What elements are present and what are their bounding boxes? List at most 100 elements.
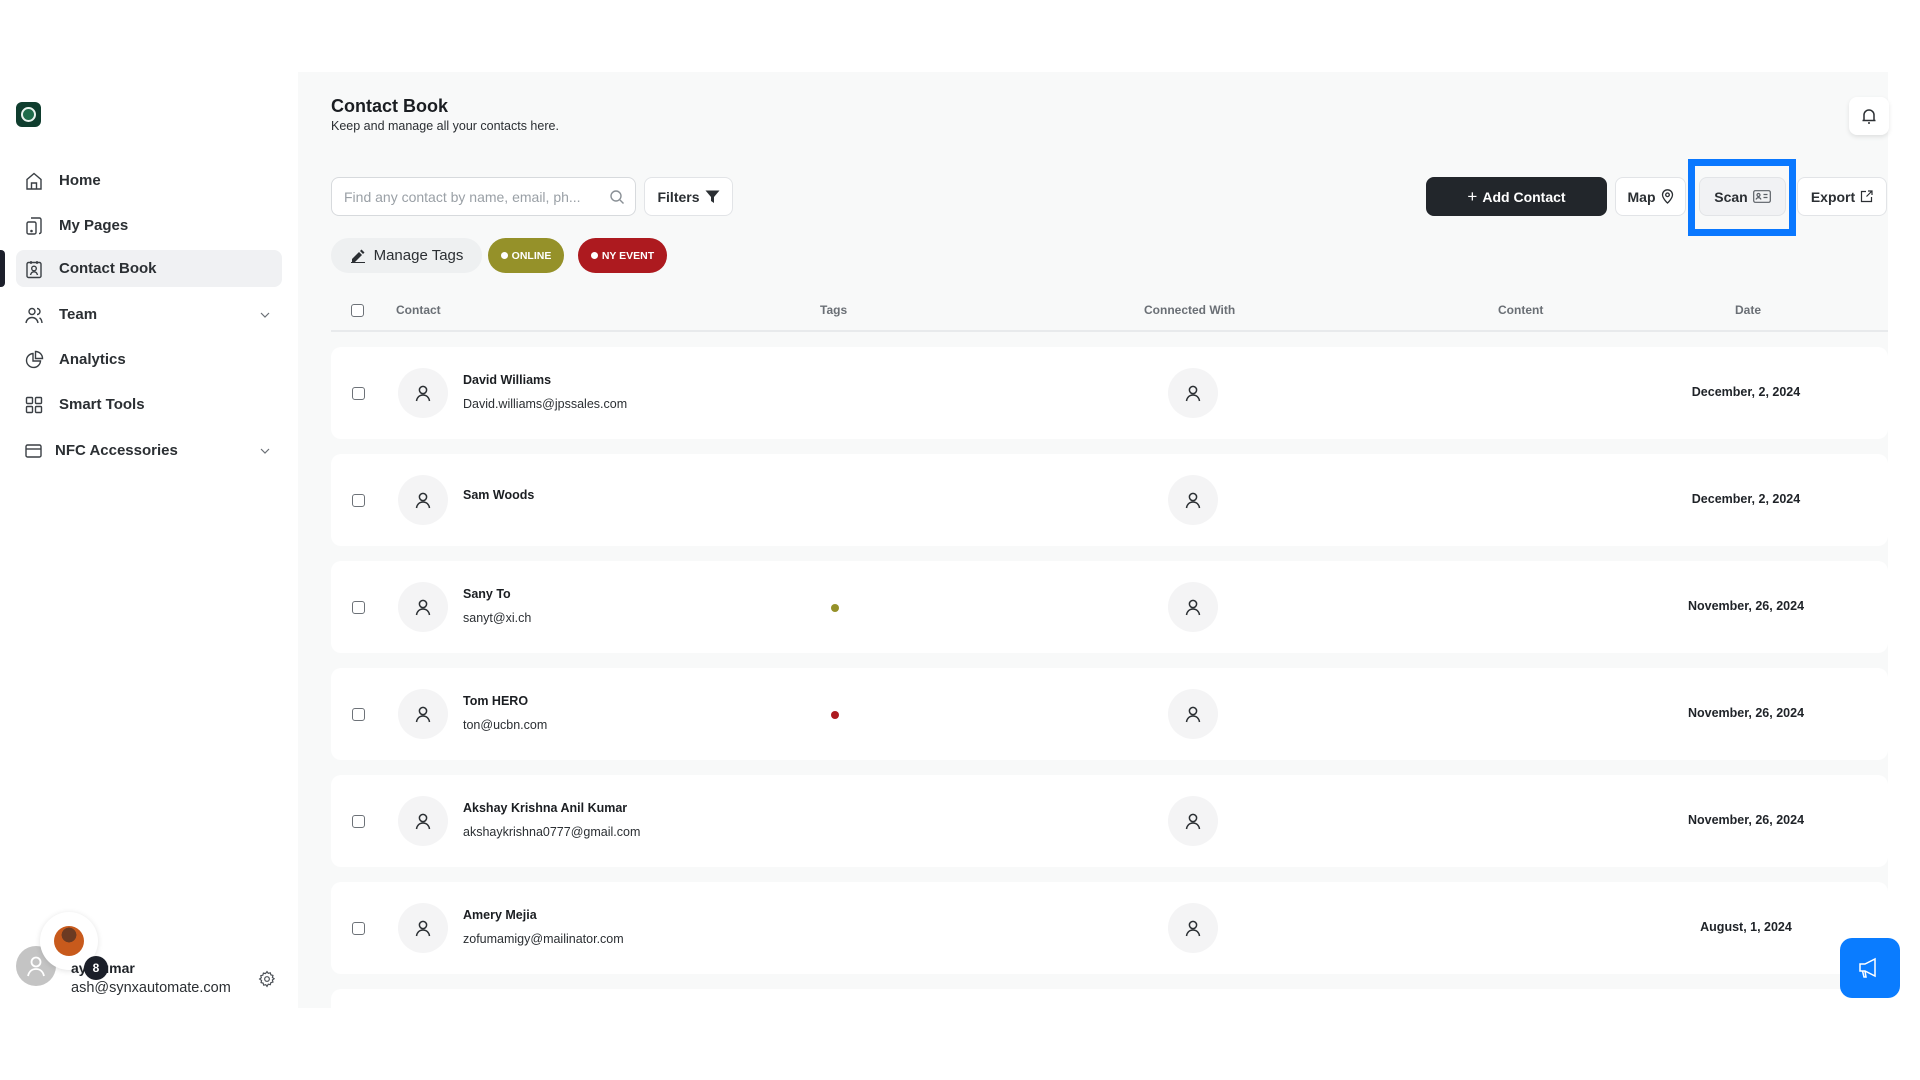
- contact-name[interactable]: Sam Woods: [463, 488, 534, 502]
- map-label: Map: [1627, 188, 1656, 205]
- brand-logo[interactable]: [16, 102, 41, 127]
- search-icon[interactable]: [609, 189, 625, 205]
- table-row[interactable]: Sany To sanyt@xi.ch November, 26, 2024: [331, 561, 1888, 653]
- user-icon: [415, 706, 431, 723]
- table-row[interactable]: Tom HERO ton@ucbn.com November, 26, 2024: [331, 668, 1888, 760]
- filters-button[interactable]: Filters: [644, 177, 733, 216]
- table-row[interactable]: Akshay Krishna Anil Kumar akshaykrishna0…: [331, 775, 1888, 867]
- contact-name[interactable]: David Williams: [463, 373, 551, 387]
- notification-count-badge: 8: [84, 956, 108, 980]
- sidebar-item-home[interactable]: Home: [16, 162, 282, 199]
- contact-date: August, 1, 2024: [1700, 920, 1792, 934]
- contact-name[interactable]: Sany To: [463, 587, 511, 601]
- column-header-content[interactable]: Content: [1498, 303, 1543, 317]
- column-header-date[interactable]: Date: [1735, 303, 1761, 317]
- filter-icon: [705, 190, 719, 203]
- user-icon: [415, 920, 431, 937]
- column-header-tags[interactable]: Tags: [820, 303, 847, 317]
- active-indicator: [0, 250, 5, 287]
- contact-avatar: [398, 582, 448, 632]
- sidebar-item-label: My Pages: [59, 217, 129, 234]
- user-icon: [415, 599, 431, 616]
- row-checkbox[interactable]: [352, 601, 365, 614]
- sidebar-item-label: Contact Book: [59, 260, 157, 277]
- row-checkbox[interactable]: [352, 708, 365, 721]
- connected-with-avatar[interactable]: [1168, 796, 1218, 846]
- main-panel: Contact Book Keep and manage all your co…: [298, 72, 1889, 1029]
- contact-avatar: [398, 796, 448, 846]
- map-pin-icon: [1661, 189, 1673, 204]
- contact-book-icon: [24, 259, 44, 279]
- contact-name[interactable]: Akshay Krishna Anil Kumar: [463, 801, 627, 815]
- export-button[interactable]: Export: [1797, 177, 1887, 216]
- contact-avatar: [398, 689, 448, 739]
- megaphone-icon: [1859, 957, 1876, 978]
- user-icon: [415, 385, 431, 402]
- home-icon: [24, 171, 44, 191]
- contact-email: akshaykrishna0777@gmail.com: [463, 825, 641, 839]
- pages-icon: [24, 216, 44, 236]
- user-email: ash@synxautomate.com: [71, 980, 231, 996]
- table-row[interactable]: Sam Woods December, 2, 2024: [331, 454, 1888, 546]
- table-row-partial[interactable]: [331, 989, 1888, 1029]
- user-icon: [415, 492, 431, 509]
- connected-with-avatar[interactable]: [1168, 582, 1218, 632]
- user-profile[interactable]: ay Kumar 8 ash@synxautomate.com: [0, 912, 298, 1072]
- tag-label: NY EVENT: [601, 249, 655, 262]
- add-contact-button[interactable]: + Add Contact: [1426, 177, 1607, 216]
- contact-avatar: [398, 903, 448, 953]
- sidebar-item-nfc-accessories[interactable]: NFC Accessories: [16, 432, 282, 469]
- column-header-contact[interactable]: Contact: [396, 303, 441, 317]
- contact-name[interactable]: Amery Mejia: [463, 908, 537, 922]
- page-title: Contact Book: [331, 96, 448, 116]
- notifications-button[interactable]: [1849, 97, 1889, 135]
- connected-with-avatar[interactable]: [1168, 368, 1218, 418]
- row-checkbox[interactable]: [352, 494, 365, 507]
- user-icon: [415, 813, 431, 830]
- announcements-button[interactable]: [1840, 938, 1900, 998]
- page-subtitle: Keep and manage all your contacts here.: [331, 119, 559, 133]
- user-icon: [1185, 385, 1201, 402]
- tag-dot: [831, 711, 839, 719]
- connected-with-avatar[interactable]: [1168, 903, 1218, 953]
- tag-filter-online[interactable]: ONLINE: [488, 238, 564, 273]
- gear-icon[interactable]: [258, 970, 276, 988]
- scan-button[interactable]: Scan: [1699, 177, 1786, 216]
- select-all-checkbox[interactable]: [351, 304, 364, 317]
- user-icon: [1185, 706, 1201, 723]
- sidebar-item-contact-book[interactable]: Contact Book: [16, 250, 282, 287]
- table-row[interactable]: David Williams David.williams@jpssales.c…: [331, 347, 1888, 439]
- row-checkbox[interactable]: [352, 387, 365, 400]
- sidebar-item-label: Home: [59, 172, 101, 189]
- sidebar-item-team[interactable]: Team: [16, 296, 282, 333]
- connected-with-avatar[interactable]: [1168, 475, 1218, 525]
- user-icon: [1185, 492, 1201, 509]
- contact-date: December, 2, 2024: [1691, 492, 1801, 506]
- chevron-down-icon[interactable]: [258, 308, 272, 322]
- dot-icon: [500, 252, 508, 259]
- edit-tag-icon: [350, 249, 365, 263]
- row-checkbox[interactable]: [352, 922, 365, 935]
- contact-date: December, 2, 2024: [1691, 385, 1801, 399]
- sidebar-item-my-pages[interactable]: My Pages: [16, 207, 282, 244]
- map-button[interactable]: Map: [1615, 177, 1686, 216]
- column-header-connected-with[interactable]: Connected With: [1144, 303, 1235, 317]
- connected-with-avatar[interactable]: [1168, 689, 1218, 739]
- id-card-icon: [1752, 190, 1771, 203]
- manage-tags-button[interactable]: Manage Tags: [331, 238, 482, 273]
- tag-label: ONLINE: [511, 249, 552, 262]
- contact-email: ton@ucbn.com: [463, 718, 548, 732]
- team-icon: [24, 305, 44, 325]
- sidebar-item-analytics[interactable]: Analytics: [16, 341, 282, 378]
- search-input[interactable]: [344, 188, 604, 205]
- row-checkbox[interactable]: [352, 815, 365, 828]
- chevron-down-icon[interactable]: [258, 444, 272, 458]
- search-field[interactable]: [331, 177, 636, 216]
- tag-filter-ny-event[interactable]: NY EVENT: [578, 238, 667, 273]
- sidebar-item-label: Analytics: [59, 351, 126, 368]
- sidebar-item-smart-tools[interactable]: Smart Tools: [16, 386, 282, 423]
- filters-label: Filters: [657, 188, 700, 205]
- contact-name[interactable]: Tom HERO: [463, 694, 528, 708]
- contact-date: November, 26, 2024: [1687, 706, 1805, 720]
- table-row[interactable]: Amery Mejia zofumamigy@mailinator.com Au…: [331, 882, 1888, 974]
